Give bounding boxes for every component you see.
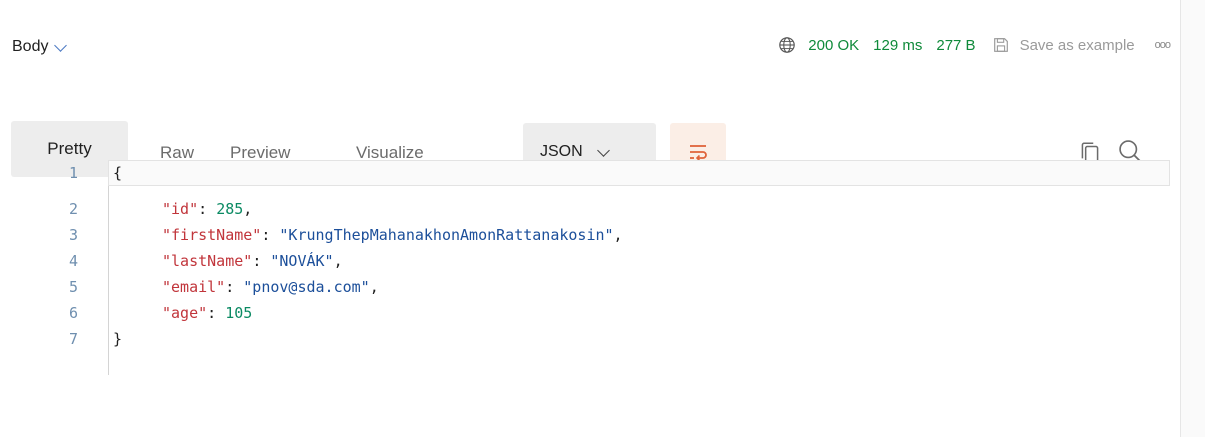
json-value: 105 bbox=[225, 304, 253, 322]
code-line: 2 "id": 285, bbox=[0, 196, 1180, 222]
line-number: 3 bbox=[68, 226, 78, 244]
line-number: 7 bbox=[68, 330, 78, 348]
json-value: "KrungThepMahanakhonAmonRattanakosin" bbox=[279, 226, 614, 244]
side-panel bbox=[1181, 0, 1205, 437]
code-line: 4 "lastName": "NOVÁK", bbox=[0, 248, 1180, 274]
body-label: Body bbox=[12, 38, 49, 55]
body-dropdown[interactable]: Body bbox=[12, 38, 68, 56]
json-comma: , bbox=[613, 226, 623, 244]
save-as-example-button[interactable]: Save as example bbox=[992, 36, 1135, 54]
line-number: 2 bbox=[68, 200, 78, 218]
code-line: 3 "firstName": "KrungThepMahanakhonAmonR… bbox=[0, 222, 1180, 248]
code-line: 6 "age": 105 bbox=[0, 300, 1180, 326]
response-size[interactable]: 277 B bbox=[936, 37, 975, 54]
close-brace: } bbox=[113, 330, 123, 348]
chevron-down-icon bbox=[596, 143, 610, 157]
code-line-highlight: { bbox=[108, 160, 1170, 186]
json-comma: , bbox=[333, 252, 343, 270]
more-options-icon[interactable]: ooo bbox=[1155, 39, 1171, 51]
globe-icon[interactable] bbox=[778, 36, 796, 54]
json-value: 285 bbox=[216, 200, 244, 218]
response-time[interactable]: 129 ms bbox=[873, 37, 922, 54]
response-meta: 200 OK 129 ms 277 B Save as example ooo bbox=[778, 36, 1171, 54]
json-value: "pnov@sda.com" bbox=[243, 278, 370, 296]
json-key: "lastName" bbox=[162, 252, 253, 270]
status-badge[interactable]: 200 OK bbox=[808, 37, 859, 54]
format-select-value: JSON bbox=[540, 143, 583, 160]
line-number: 1 bbox=[68, 164, 78, 182]
line-number: 5 bbox=[68, 278, 78, 296]
json-key: "firstName" bbox=[162, 226, 262, 244]
json-key: "id" bbox=[162, 200, 199, 218]
json-comma: , bbox=[369, 278, 379, 296]
json-key: "email" bbox=[162, 278, 226, 296]
line-number: 6 bbox=[68, 304, 78, 322]
json-value: "NOVÁK" bbox=[270, 252, 334, 270]
save-icon bbox=[993, 38, 1008, 52]
chevron-down-icon bbox=[54, 38, 68, 52]
response-body-code[interactable]: 1 { 2 "id": 285, 3 "firstName": "KrungTh… bbox=[0, 160, 1180, 400]
code-line: 7 } bbox=[0, 326, 1180, 352]
cropped-heading bbox=[0, 0, 1180, 10]
open-brace: { bbox=[113, 164, 123, 182]
save-label: Save as example bbox=[1019, 36, 1135, 54]
line-number: 4 bbox=[68, 252, 78, 270]
json-comma: , bbox=[243, 200, 253, 218]
json-key: "age" bbox=[162, 304, 208, 322]
code-line: 5 "email": "pnov@sda.com", bbox=[0, 274, 1180, 300]
response-header: Body 200 OK 129 ms 277 B Save as example… bbox=[0, 30, 1180, 66]
